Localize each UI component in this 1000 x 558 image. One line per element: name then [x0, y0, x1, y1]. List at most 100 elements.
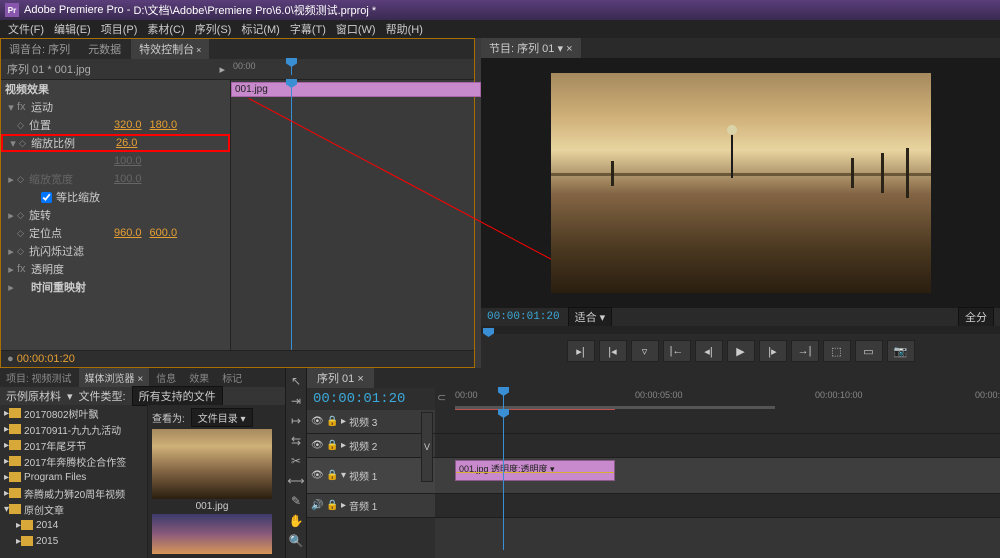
timeremap-heading[interactable]: 时间重映射: [31, 279, 86, 295]
close-icon[interactable]: ×: [135, 374, 144, 385]
rotate-label[interactable]: 旋转: [29, 207, 114, 223]
tab-audio-mixer[interactable]: 调音台: 序列: [1, 39, 78, 59]
playhead[interactable]: [503, 410, 504, 550]
tree-node[interactable]: ▸2017年奔腾校企合作签: [0, 453, 147, 469]
tab-media-browser[interactable]: 媒体浏览器 ×: [79, 368, 150, 387]
goto-out-button[interactable]: →|: [791, 340, 819, 362]
eye-icon[interactable]: 👁: [311, 440, 323, 451]
close-icon[interactable]: ×: [196, 45, 201, 55]
tree-node[interactable]: ▸Program Files: [0, 469, 147, 485]
lock-icon[interactable]: 🔒: [326, 440, 338, 451]
view-as-dropdown[interactable]: 文件目录 ▾: [191, 408, 253, 427]
tab-sequence[interactable]: 序列 01 ×: [307, 368, 374, 388]
lock-icon[interactable]: 🔒: [326, 470, 338, 481]
slip-tool[interactable]: ⟷: [287, 472, 305, 490]
motion-heading[interactable]: 运动: [31, 99, 53, 115]
v-patch[interactable]: V: [421, 412, 433, 482]
toolbar: ↖ ⇥ ↦ ⇆ ✂ ⟷ ✎ ✋ 🔍: [285, 368, 307, 558]
tab-effect-controls[interactable]: 特效控制台×: [131, 39, 209, 59]
lock-icon[interactable]: 🔒: [326, 416, 338, 427]
tree-node[interactable]: ▸2014: [0, 517, 147, 533]
project-panel: 项目: 视频测试 媒体浏览器 × 信息 效果 标记 示例原材料▾ 文件类型: 所…: [0, 368, 285, 558]
tree-node[interactable]: ▸20170802树叶飘: [0, 405, 147, 421]
lift-button[interactable]: ⬚: [823, 340, 851, 362]
mark-in-button[interactable]: ▸|: [567, 340, 595, 362]
tree-node[interactable]: ▾原创文章: [0, 501, 147, 517]
ec-timeline[interactable]: ▲ 001.jpg: [231, 80, 474, 350]
close-icon[interactable]: ×: [566, 43, 572, 55]
pen-tool[interactable]: ✎: [287, 492, 305, 510]
resolution-dropdown[interactable]: 全分: [958, 307, 994, 327]
zoom-tool[interactable]: 🔍: [287, 532, 305, 550]
program-timecode[interactable]: 00:00:01:20: [487, 311, 560, 323]
eye-icon[interactable]: 👁: [311, 416, 323, 427]
opacity-heading[interactable]: 透明度: [31, 261, 64, 277]
menu-help[interactable]: 帮助(H): [382, 21, 427, 37]
uniform-scale-checkbox[interactable]: [41, 192, 52, 203]
extract-button[interactable]: ▭: [855, 340, 883, 362]
eye-icon[interactable]: 👁: [311, 470, 323, 481]
folder-icon: [9, 440, 21, 450]
titlebar: Pr Adobe Premiere Pro - D:\文档\Adobe\Prem…: [0, 0, 1000, 20]
ec-clip-bar[interactable]: 001.jpg: [231, 82, 481, 97]
position-y[interactable]: 180.0: [150, 119, 178, 131]
track-select-tool[interactable]: ⇥: [287, 392, 305, 410]
position-x[interactable]: 320.0: [114, 119, 142, 131]
mark-out-button[interactable]: |◂: [599, 340, 627, 362]
ec-timecode[interactable]: 00:00:01:20: [17, 353, 75, 365]
program-monitor-panel: 节目: 序列 01 ▾ × 00:00:01:20 适合 ▾ 全分 ▸| |◂: [481, 38, 1000, 368]
tree-node[interactable]: ▸奔腾威力狮20周年视频: [0, 485, 147, 501]
goto-in-button[interactable]: |←: [663, 340, 691, 362]
timeline-timecode[interactable]: 00:00:01:20: [313, 391, 405, 407]
tab-project[interactable]: 项目: 视频测试: [0, 368, 78, 387]
anchor-y[interactable]: 600.0: [150, 227, 178, 239]
lock-icon[interactable]: 🔒: [326, 500, 338, 511]
media-thumbnail[interactable]: [152, 514, 272, 554]
folder-icon: [9, 408, 21, 418]
zoom-fit-dropdown[interactable]: 适合 ▾: [568, 307, 613, 327]
menu-file[interactable]: 文件(F): [4, 21, 48, 37]
tab-info[interactable]: 信息: [150, 368, 182, 387]
media-thumbnail[interactable]: 001.jpg: [152, 429, 272, 514]
menubar: 文件(F) 编辑(E) 项目(P) 素材(C) 序列(S) 标记(M) 字幕(T…: [0, 20, 1000, 38]
menu-sequence[interactable]: 序列(S): [191, 21, 236, 37]
razor-tool[interactable]: ✂: [287, 452, 305, 470]
folder-icon: [9, 424, 21, 434]
ec-mini-ruler[interactable]: 00:00: [231, 59, 474, 77]
play-button[interactable]: ▶: [727, 340, 755, 362]
tab-metadata[interactable]: 元数据: [80, 39, 129, 59]
folder-tree[interactable]: ▸20170802树叶飘 ▸20170911-九九九活动 ▸2017年尾牙节 ▸…: [0, 405, 148, 558]
filetype-dropdown[interactable]: 所有支持的文件: [132, 386, 223, 406]
title-sep: -: [124, 4, 134, 16]
export-frame-button[interactable]: 📷: [887, 340, 915, 362]
step-back-button[interactable]: ◂|: [695, 340, 723, 362]
anchor-x[interactable]: 960.0: [114, 227, 142, 239]
hand-tool[interactable]: ✋: [287, 512, 305, 530]
timeline-clip[interactable]: 001.jpg 透明度:透明度 ▾: [455, 460, 615, 481]
timeline-ruler[interactable]: ⊂ 00:00 00:00:05:00 00:00:10:00 00:00:15…: [435, 388, 1000, 410]
menu-marker[interactable]: 标记(M): [237, 21, 284, 37]
tree-node[interactable]: ▸20170911-九九九活动: [0, 421, 147, 437]
tree-node[interactable]: ▸2017年尾牙节: [0, 437, 147, 453]
menu-title[interactable]: 字幕(T): [286, 21, 330, 37]
add-marker-button[interactable]: ▿: [631, 340, 659, 362]
program-ruler[interactable]: [481, 326, 1000, 334]
menu-edit[interactable]: 编辑(E): [50, 21, 95, 37]
menu-window[interactable]: 窗口(W): [332, 21, 380, 37]
rate-stretch-tool[interactable]: ⇆: [287, 432, 305, 450]
antiflicker-label[interactable]: 抗闪烁过滤: [29, 243, 114, 259]
step-fwd-button[interactable]: |▸: [759, 340, 787, 362]
ripple-tool[interactable]: ↦: [287, 412, 305, 430]
menu-project[interactable]: 项目(P): [97, 21, 142, 37]
tab-program[interactable]: 节目: 序列 01 ▾ ×: [481, 38, 581, 58]
scale-width-value: 100.0: [114, 173, 142, 185]
tab-effects[interactable]: 效果: [183, 368, 215, 387]
selection-tool[interactable]: ↖: [287, 372, 305, 390]
tree-node[interactable]: ▸2015: [0, 533, 147, 549]
close-icon[interactable]: ×: [357, 373, 363, 385]
menu-clip[interactable]: 素材(C): [143, 21, 188, 37]
scale-value[interactable]: 26.0: [116, 137, 137, 149]
tab-markers[interactable]: 标记: [216, 368, 248, 387]
program-monitor[interactable]: [481, 58, 1000, 308]
speaker-icon[interactable]: 🔊: [311, 500, 323, 511]
